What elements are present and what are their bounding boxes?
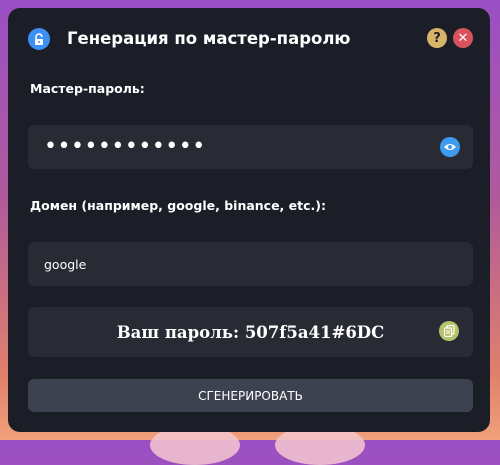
domain-label: Домен (например, google, binance, etc.): [30,198,326,213]
dialog-header: Генерация по мастер-паролю ? ✕ [8,8,490,70]
domain-value: google [44,257,87,272]
copy-icon[interactable] [439,321,459,341]
generate-button[interactable]: СГЕНЕРИРОВАТЬ [28,379,473,412]
master-password-dialog: Генерация по мастер-паролю ? ✕ Мастер-па… [8,8,490,432]
master-password-label: Мастер-пароль: [30,81,145,96]
domain-input[interactable]: google [28,242,473,286]
close-icon[interactable]: ✕ [453,28,473,48]
eye-icon[interactable] [440,137,460,157]
master-password-field[interactable]: •••••••••••• [28,125,473,169]
dialog-title: Генерация по мастер-паролю [67,29,351,48]
lock-icon [28,28,50,50]
help-icon[interactable]: ? [427,28,447,48]
result-box: Ваш пароль: 507f5a41#6DC [28,307,473,357]
generated-password-text: Ваш пароль: 507f5a41#6DC [116,323,385,342]
master-password-value: •••••••••••• [44,134,206,159]
